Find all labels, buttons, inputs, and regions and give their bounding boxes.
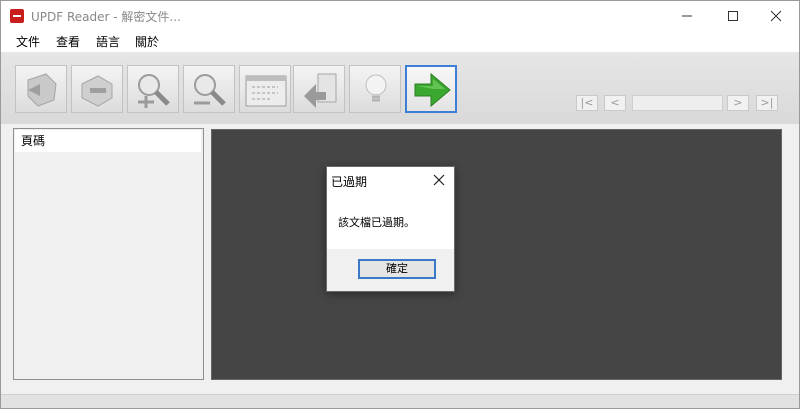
first-page-button[interactable]: |< — [576, 95, 598, 111]
page-list-header: 頁碼 — [15, 130, 201, 152]
last-page-button[interactable]: >| — [756, 95, 778, 111]
rotate-icon — [304, 73, 337, 108]
close-icon — [770, 10, 782, 21]
go-button[interactable] — [405, 65, 457, 113]
lightbulb-icon — [365, 74, 387, 102]
zoom-out-button[interactable] — [183, 65, 235, 113]
next-page-button[interactable]: > — [727, 95, 749, 111]
lightbulb-button[interactable] — [349, 65, 401, 113]
close-button[interactable] — [753, 1, 799, 30]
document-view[interactable] — [211, 129, 782, 380]
menu-file[interactable]: 文件 — [16, 33, 40, 50]
toolbar: |< < > >| — [1, 52, 799, 124]
dialog-message: 該文檔已過期。 — [338, 216, 415, 229]
zoom-out-icon — [194, 74, 226, 106]
page-number-input[interactable] — [632, 95, 723, 111]
dialog-close-button[interactable] — [429, 171, 449, 189]
menu-language[interactable]: 語言 — [96, 33, 120, 50]
text-view-button[interactable] — [239, 65, 291, 113]
page-next-shape-icon — [81, 75, 113, 107]
close-icon — [433, 174, 445, 186]
app-window: UPDF Reader - 解密文件... 文件 查看 語言 關於 |< < >… — [0, 0, 800, 409]
status-bar — [1, 394, 799, 408]
minimize-button[interactable] — [664, 1, 710, 30]
page-prev-shape-icon — [27, 73, 57, 107]
text-view-icon — [245, 75, 287, 107]
expired-dialog: 已過期 該文檔已過期。 確定 — [326, 166, 455, 292]
dialog-footer: 確定 — [327, 249, 454, 291]
menu-bar: 文件 查看 語言 關於 — [1, 30, 799, 52]
maximize-icon — [728, 10, 738, 21]
next-page-tool-button[interactable] — [71, 65, 123, 113]
app-icon — [10, 9, 24, 23]
zoom-in-button[interactable] — [127, 65, 179, 113]
menu-view[interactable]: 查看 — [56, 33, 80, 50]
zoom-in-icon — [138, 74, 170, 108]
window-title: UPDF Reader - 解密文件... — [31, 10, 181, 24]
prev-page-button[interactable]: < — [604, 95, 626, 111]
ok-button[interactable]: 確定 — [358, 259, 436, 279]
prev-page-tool-button[interactable] — [15, 65, 67, 113]
dialog-title: 已過期 — [331, 175, 368, 189]
green-arrow-icon — [414, 72, 451, 108]
minimize-icon — [682, 15, 692, 16]
menu-about[interactable]: 關於 — [135, 33, 159, 50]
page-list-panel[interactable]: 頁碼 — [13, 128, 204, 380]
rotate-button[interactable] — [293, 65, 345, 113]
title-bar: UPDF Reader - 解密文件... — [1, 1, 799, 30]
maximize-button[interactable] — [710, 1, 756, 30]
